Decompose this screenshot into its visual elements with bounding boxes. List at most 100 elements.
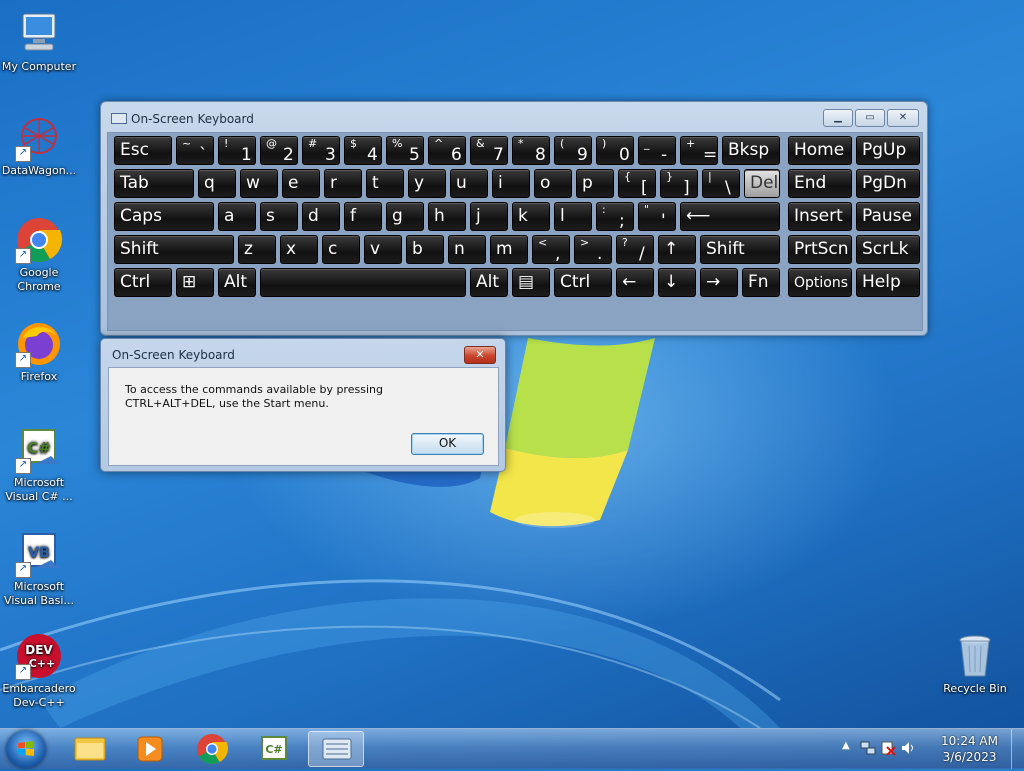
clock[interactable]: 10:24 AM 3/6/2023 [941,733,998,765]
key-m[interactable]: m [490,235,528,264]
desktop-icon-visual-basic[interactable]: VB ↗ Microsoft Visual Basi... [0,530,78,608]
desktop-icon-visual-csharp[interactable]: C# ↗ Microsoft Visual C# ... [0,426,78,504]
key-key-2-12[interactable]: ⟵ [680,202,780,231]
key-key-4-8[interactable]: ↓ [658,268,696,297]
key-key-3-10[interactable]: ? / [616,235,654,264]
key-4[interactable]: $4 [344,136,382,165]
key-t[interactable]: t [366,169,404,198]
key-1[interactable]: ! 1 [218,136,256,165]
key-key-2-10[interactable]: :; [596,202,634,231]
key-s[interactable]: s [260,202,298,231]
key-y[interactable]: y [408,169,446,198]
key-key-0-12[interactable]: _ - [638,136,676,165]
key-6[interactable]: ^ 6 [428,136,466,165]
key-pgdn[interactable]: PgDn [856,169,920,198]
key-g[interactable]: g [386,202,424,231]
taskbar-visual-csharp-button[interactable]: C# [246,731,302,767]
key-key-0-1[interactable]: ~ ` [176,136,214,165]
key-pause[interactable]: Pause [856,202,920,231]
speaker-icon[interactable] [900,740,916,756]
taskbar-chrome-button[interactable] [184,731,240,767]
osk-titlebar[interactable]: On-Screen Keyboard ▁ ▭ ✕ [101,102,927,132]
key-p[interactable]: p [576,169,614,198]
key-l[interactable]: l [554,202,592,231]
desktop-icon-google-chrome[interactable]: ↗ Google Chrome [0,216,78,294]
chevron-up-icon[interactable]: ▲ [842,740,850,751]
desktop-icon-datawagon[interactable]: ↗ DataWagon... [0,114,78,178]
key-3[interactable]: #3 [302,136,340,165]
key-e[interactable]: e [282,169,320,198]
key-j[interactable]: j [470,202,508,231]
desktop-icon-dev-cpp[interactable]: DEV C++ ↗ Embarcadero Dev-C++ [0,632,78,710]
maximize-button[interactable]: ▭ [855,109,885,127]
key-shift[interactable]: Shift [114,235,234,264]
key-caps[interactable]: Caps [114,202,214,231]
taskbar-media-player-button[interactable] [122,731,178,767]
key-z[interactable]: z [238,235,276,264]
key-alt[interactable]: Alt [470,268,508,297]
ok-button[interactable]: OK [411,433,484,455]
key-tab[interactable]: Tab [114,169,194,198]
key-8[interactable]: * 8 [512,136,550,165]
key-b[interactable]: b [406,235,444,264]
desktop-icon-recycle-bin[interactable]: Recycle Bin [936,632,1014,696]
taskbar-explorer-button[interactable] [62,731,118,767]
key-key-1-12[interactable]: }] [660,169,698,198]
key-key-4-7[interactable]: ← [616,268,654,297]
on-screen-keyboard-window[interactable]: On-Screen Keyboard ▁ ▭ ✕ Esc ~ `! 1 @2 #3 $4% 5… [100,101,928,336]
key-key-2-11[interactable]: " ' [638,202,676,231]
key-prtscn[interactable]: PrtScn [788,235,852,264]
key-u[interactable]: u [450,169,488,198]
key-q[interactable]: q [198,169,236,198]
key-bksp[interactable]: Bksp [722,136,780,165]
network-icon[interactable] [860,740,876,756]
desktop-icon-my-computer[interactable]: My Computer [0,10,78,74]
dialog-close-button[interactable]: ✕ [464,346,496,364]
key-options[interactable]: Options [788,268,852,297]
key-key-4-1[interactable]: ⊞ [176,268,214,297]
key-key-1-13[interactable]: | \ [702,169,740,198]
key-0[interactable]: ) 0 [596,136,634,165]
key-ctrl[interactable]: Ctrl [114,268,172,297]
key-key-4-9[interactable]: → [700,268,738,297]
key-w[interactable]: w [240,169,278,198]
key-pgup[interactable]: PgUp [856,136,920,165]
key-v[interactable]: v [364,235,402,264]
key-r[interactable]: r [324,169,362,198]
key-a[interactable]: a [218,202,256,231]
key-7[interactable]: & 7 [470,136,508,165]
key-c[interactable]: c [322,235,360,264]
key-5[interactable]: % 5 [386,136,424,165]
key-ctrl[interactable]: Ctrl [554,268,612,297]
start-button[interactable] [6,730,46,768]
action-center-icon[interactable] [880,740,896,756]
key-help[interactable]: Help [856,268,920,297]
key-f[interactable]: f [344,202,382,231]
key-key-3-11[interactable]: ↑ [658,235,696,264]
desktop-icon-firefox[interactable]: ↗ Firefox [0,320,78,384]
key-2[interactable]: @2 [260,136,298,165]
key-space[interactable] [260,268,466,297]
key-end[interactable]: End [788,169,852,198]
key-key-3-9[interactable]: >. [574,235,612,264]
key-o[interactable]: o [534,169,572,198]
key-key-4-5[interactable]: ▤ [512,268,550,297]
key-shift[interactable]: Shift [700,235,780,264]
minimize-button[interactable]: ▁ [823,109,853,127]
key-del[interactable]: Del [744,169,780,198]
key-scrlk[interactable]: ScrLk [856,235,920,264]
close-button[interactable]: ✕ [887,109,919,127]
key-key-0-13[interactable]: + = [680,136,718,165]
key-h[interactable]: h [428,202,466,231]
key-key-1-11[interactable]: {[ [618,169,656,198]
key-fn[interactable]: Fn [742,268,780,297]
key-insert[interactable]: Insert [788,202,852,231]
key-esc[interactable]: Esc [114,136,172,165]
key-alt[interactable]: Alt [218,268,256,297]
key-k[interactable]: k [512,202,550,231]
key-home[interactable]: Home [788,136,852,165]
key-key-3-8[interactable]: <, [532,235,570,264]
osk-message-dialog[interactable]: On-Screen Keyboard ✕ To access the comma… [100,338,506,472]
key-9[interactable]: (9 [554,136,592,165]
taskbar-osk-button[interactable] [308,731,364,767]
